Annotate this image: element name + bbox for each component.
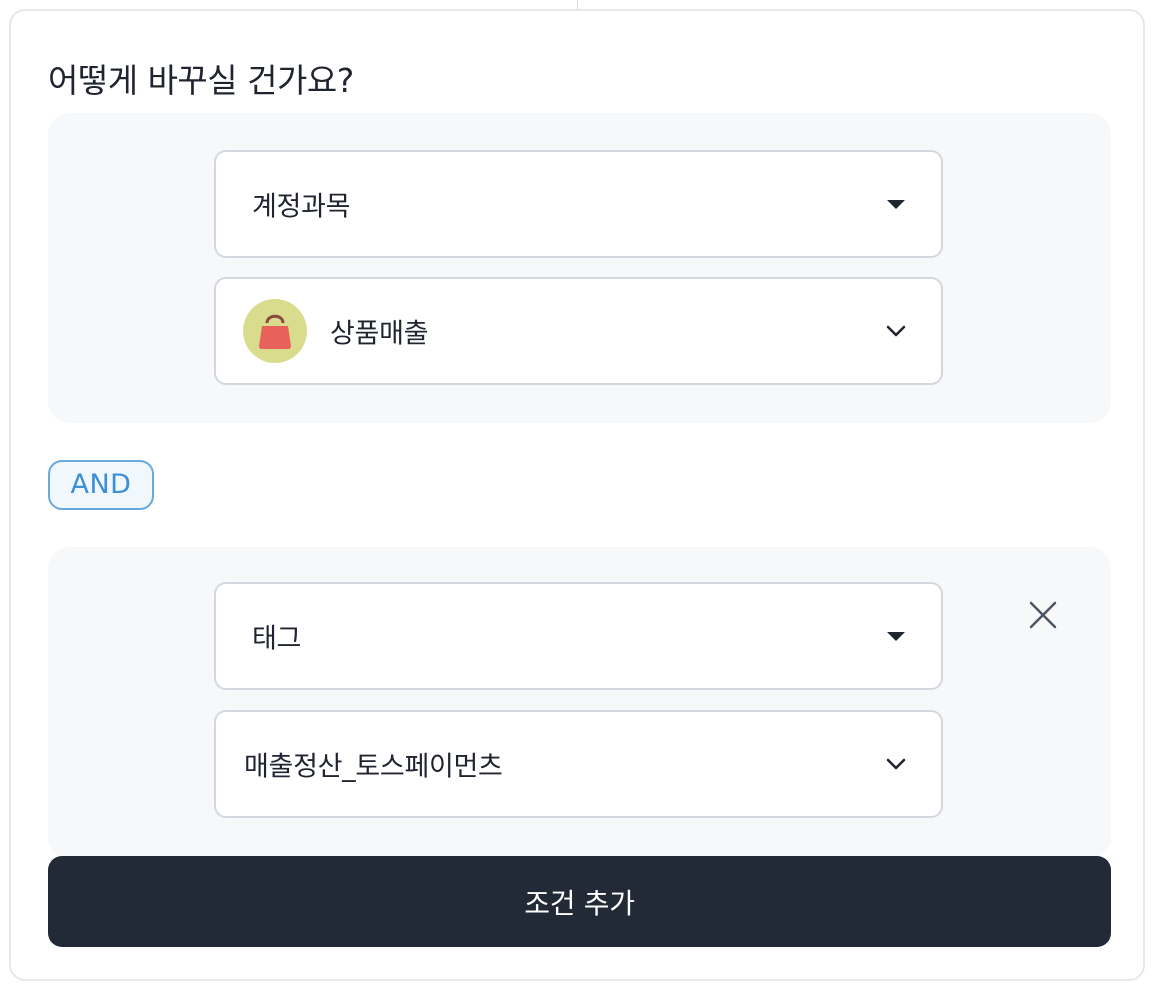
- panel-title: 어떻게 바꾸실 건가요?: [48, 61, 354, 100]
- value-select-tag[interactable]: 매출정산_토스페이먼츠: [214, 710, 943, 818]
- value-select-account[interactable]: 상품매출: [214, 277, 943, 385]
- top-divider: [577, 0, 578, 9]
- close-icon[interactable]: [1026, 598, 1060, 632]
- field-select-tag[interactable]: 태그: [214, 582, 943, 690]
- and-operator-badge[interactable]: AND: [48, 460, 154, 510]
- caret-down-icon: [887, 200, 905, 209]
- caret-down-icon: [887, 632, 905, 641]
- condition-group-1: 계정과목 상품매출: [48, 113, 1111, 423]
- chevron-down-icon: [886, 758, 906, 770]
- shopping-bag-icon: [259, 314, 291, 349]
- avatar: [243, 299, 307, 363]
- field-select-label: 계정과목: [252, 191, 351, 223]
- value-select-label: 매출정산_토스페이먼츠: [244, 751, 503, 783]
- add-condition-button[interactable]: 조건 추가: [48, 856, 1111, 947]
- value-select-label: 상품매출: [330, 318, 429, 350]
- condition-panel: 어떻게 바꾸실 건가요? 계정과목 상품매출 AND 태그 매출정산_토스페이먼…: [9, 9, 1145, 981]
- chevron-down-icon: [886, 325, 906, 337]
- condition-group-2: 태그 매출정산_토스페이먼츠: [48, 547, 1111, 859]
- field-select-account[interactable]: 계정과목: [214, 150, 943, 258]
- field-select-label: 태그: [252, 623, 302, 655]
